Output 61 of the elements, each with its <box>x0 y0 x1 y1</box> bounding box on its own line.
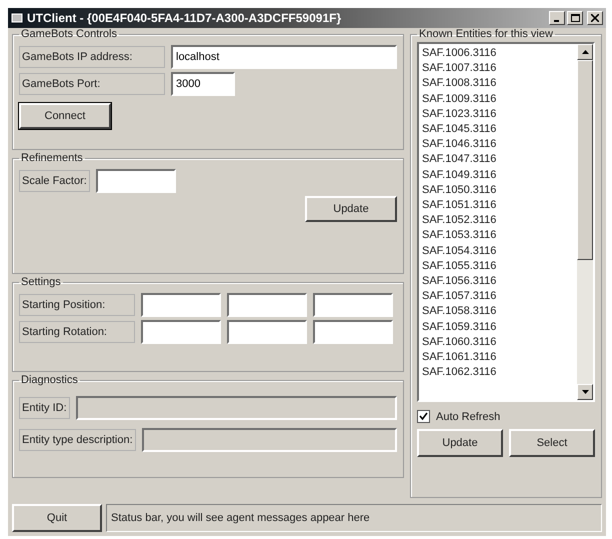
list-item[interactable]: SAF.1049.3116 <box>422 168 574 183</box>
minimize-button[interactable] <box>549 11 565 25</box>
list-item[interactable]: SAF.1054.3116 <box>422 244 574 259</box>
scale-factor-field[interactable] <box>96 169 176 193</box>
input-field[interactable] <box>141 320 221 344</box>
connect-button[interactable]: Connect <box>19 103 111 129</box>
scroll-down-icon[interactable] <box>582 390 588 394</box>
field-label: GameBots IP address: <box>19 46 165 68</box>
scrollbar[interactable] <box>577 44 593 400</box>
field-label: Scale Factor: <box>19 170 90 192</box>
close-icon <box>591 14 599 22</box>
list-item[interactable]: SAF.1052.3116 <box>422 213 574 228</box>
list-item[interactable]: SAF.1047.3116 <box>422 152 574 168</box>
field-label: Starting Rotation: <box>19 321 135 343</box>
ip-address-field[interactable]: localhost <box>171 45 397 69</box>
quit-button[interactable]: Quit <box>12 504 102 532</box>
scroll-up-icon[interactable] <box>582 50 588 54</box>
list-item[interactable]: SAF.1060.3116 <box>422 334 574 350</box>
maximize-button[interactable] <box>567 11 583 25</box>
input-field[interactable] <box>227 320 307 344</box>
checkbox-label: Auto Refresh <box>436 410 500 422</box>
list-item[interactable]: SAF.1059.3116 <box>422 320 574 335</box>
checkbox[interactable] <box>417 410 430 423</box>
input-field[interactable] <box>313 320 393 344</box>
list-item[interactable]: SAF.1009.3116 <box>422 92 574 107</box>
app-icon <box>11 12 23 24</box>
group-title: Diagnostics <box>20 374 79 386</box>
list-button[interactable]: Update <box>417 429 503 457</box>
list-item[interactable]: SAF.1051.3116 <box>422 198 574 214</box>
list-button[interactable]: Select <box>509 429 595 457</box>
list-item[interactable]: SAF.1046.3116 <box>422 137 574 152</box>
update-button[interactable]: Update <box>305 196 397 222</box>
port-field[interactable]: 3000 <box>171 72 235 96</box>
input-field[interactable] <box>227 293 307 317</box>
list-item[interactable]: SAF.1007.3116 <box>422 61 574 76</box>
list-item[interactable]: SAF.1050.3116 <box>422 182 574 198</box>
list-item[interactable]: SAF.1058.3116 <box>422 304 574 320</box>
window-title: UTClient - {00E4F040-5FA4-11D7-A300-A3DCFF59091F} <box>27 11 342 25</box>
list-item[interactable]: SAF.1023.3116 <box>422 106 574 122</box>
list-item[interactable]: SAF.1008.3116 <box>422 76 574 92</box>
input-field[interactable] <box>141 293 221 317</box>
group-title: GameBots Controls <box>20 28 118 40</box>
field-label: Entity ID: <box>19 397 70 419</box>
list-item[interactable]: SAF.1057.3116 <box>422 289 574 304</box>
group-title: Known Entities for this view <box>418 28 554 40</box>
group-title: Refinements <box>20 152 84 164</box>
list-item[interactable]: SAF.1006.3116 <box>422 46 574 62</box>
maximize-icon <box>570 14 580 22</box>
field-label: Entity type description: <box>19 429 136 451</box>
list-item[interactable]: SAF.1061.3116 <box>422 350 574 366</box>
list-item[interactable]: SAF.1056.3116 <box>422 274 574 290</box>
field-label: Starting Position: <box>19 294 135 316</box>
list-item[interactable]: SAF.1062.3116 <box>422 365 574 380</box>
field-label: GameBots Port: <box>19 73 165 95</box>
input-field[interactable] <box>313 293 393 317</box>
close-button[interactable] <box>587 11 603 25</box>
status-bar: Status bar, you will see agent messages appear here <box>106 504 602 532</box>
list-item[interactable]: SAF.1055.3116 <box>422 258 574 274</box>
list-item[interactable]: SAF.1045.3116 <box>422 122 574 138</box>
group-title: Settings <box>20 276 62 288</box>
list-item[interactable]: SAF.1053.3116 <box>422 228 574 244</box>
